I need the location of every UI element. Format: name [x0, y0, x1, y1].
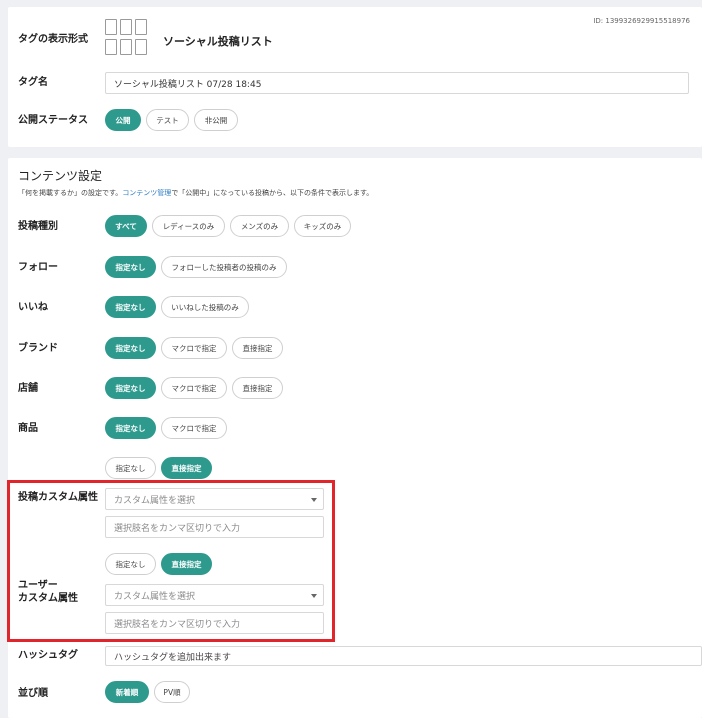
product-macro[interactable]: マクロで指定	[161, 417, 227, 439]
product-none[interactable]: 指定なし	[105, 417, 156, 439]
like-only-liked[interactable]: いいねした投稿のみ	[161, 296, 249, 318]
post-custom-direct[interactable]: 直接指定	[161, 457, 212, 479]
post-type-kids[interactable]: キッズのみ	[294, 215, 351, 237]
chevron-down-icon	[311, 594, 317, 598]
brand-macro[interactable]: マクロで指定	[161, 337, 227, 359]
post-custom-select[interactable]: カスタム属性を選択	[105, 488, 324, 510]
post-custom-label: 投稿カスタム属性	[18, 492, 98, 503]
product-label: 商品	[18, 423, 38, 434]
post-type-all[interactable]: すべて	[105, 215, 147, 237]
sort-label: 並び順	[18, 688, 48, 699]
like-none[interactable]: 指定なし	[105, 296, 156, 318]
store-none[interactable]: 指定なし	[105, 377, 156, 399]
content-management-link[interactable]: コンテンツ管理	[122, 189, 171, 197]
tag-format-name: ソーシャル投稿リスト	[163, 35, 273, 48]
user-custom-select-text: カスタム属性を選択	[114, 591, 196, 602]
tag-name-label: タグ名	[18, 77, 48, 88]
user-custom-label-line2: カスタム属性	[18, 593, 78, 604]
store-label: 店舗	[18, 383, 38, 394]
brand-none[interactable]: 指定なし	[105, 337, 156, 359]
tag-display-label: タグの表示形式	[18, 34, 88, 45]
tag-name-input[interactable]: ソーシャル投稿リスト 07/28 18:45	[105, 72, 689, 94]
user-custom-direct[interactable]: 直接指定	[161, 553, 212, 575]
grid-layout-icon	[105, 19, 151, 57]
desc-text-2: で「公開中」になっている投稿から、以下の条件で表示します。	[171, 189, 374, 197]
store-direct[interactable]: 直接指定	[232, 377, 283, 399]
desc-text-1: 「何を掲載するか」の設定です。	[18, 189, 123, 197]
follow-label: フォロー	[18, 262, 58, 273]
status-option-test[interactable]: テスト	[146, 109, 189, 131]
like-label: いいね	[18, 302, 48, 313]
post-type-label: 投稿種別	[18, 221, 58, 232]
sort-newest[interactable]: 新着順	[105, 681, 149, 703]
status-label: 公開ステータス	[18, 115, 88, 126]
status-option-private[interactable]: 非公開	[194, 109, 238, 131]
user-custom-select[interactable]: カスタム属性を選択	[105, 584, 324, 606]
follow-only-followed[interactable]: フォローした投稿者の投稿のみ	[161, 256, 287, 278]
follow-none[interactable]: 指定なし	[105, 256, 156, 278]
post-type-mens[interactable]: メンズのみ	[230, 215, 289, 237]
brand-label: ブランド	[18, 343, 58, 354]
status-option-public[interactable]: 公開	[105, 109, 141, 131]
post-custom-values-input[interactable]: 選択肢名をカンマ区切りで入力	[105, 516, 324, 538]
sort-pv[interactable]: PV順	[154, 681, 190, 703]
hashtag-input[interactable]: ハッシュタグを追加出来ます	[105, 646, 702, 666]
user-custom-values-input[interactable]: 選択肢名をカンマ区切りで入力	[105, 612, 324, 634]
user-custom-none[interactable]: 指定なし	[105, 553, 156, 575]
store-macro[interactable]: マクロで指定	[161, 377, 227, 399]
content-settings-card: コンテンツ設定 「何を掲載するか」の設定です。コンテンツ管理で「公開中」になって…	[8, 158, 702, 718]
brand-direct[interactable]: 直接指定	[232, 337, 283, 359]
content-description: 「何を掲載するか」の設定です。コンテンツ管理で「公開中」になっている投稿から、以…	[18, 188, 373, 198]
post-type-ladies[interactable]: レディースのみ	[152, 215, 225, 237]
chevron-down-icon	[311, 498, 317, 502]
post-custom-select-text: カスタム属性を選択	[114, 495, 196, 506]
tag-id: ID: 1399326929915518976	[593, 17, 690, 25]
hashtag-label: ハッシュタグ	[18, 650, 78, 661]
tag-settings-card: タグの表示形式 ソーシャル投稿リスト ID: 13993269299155189…	[8, 7, 702, 147]
post-custom-none[interactable]: 指定なし	[105, 457, 156, 479]
content-section-title: コンテンツ設定	[18, 169, 103, 183]
